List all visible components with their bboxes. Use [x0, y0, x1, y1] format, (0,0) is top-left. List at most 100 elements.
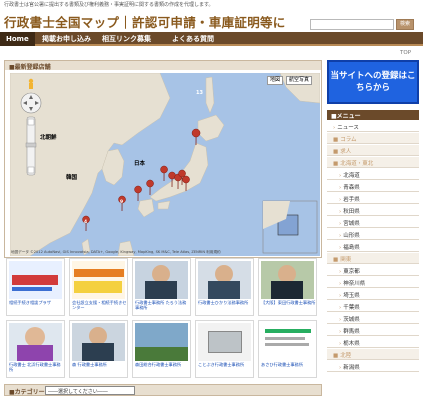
bullet-icon: › [339, 233, 342, 239]
listing-card[interactable]: あさひ行政書士事務所 [258, 320, 317, 378]
search-button[interactable]: 検索 [396, 19, 414, 30]
map-label-north-korea: 北朝鮮 [40, 135, 57, 141]
bullet-icon: › [339, 317, 342, 323]
menu-item[interactable]: › 神奈川県 [327, 277, 419, 288]
tagline: 行政書士は官公署に提出する書類及び権利義務・事実証明に関する書類の作成を代理しま… [4, 2, 214, 8]
listing-caption[interactable]: 行政書士事務所 たろう法務事務所 [135, 300, 190, 315]
menu-item[interactable]: ■ 関東 [327, 253, 419, 264]
menu-item[interactable]: ■ 求人 [327, 145, 419, 156]
marker-count-b: 4 [84, 220, 88, 225]
nav-apply[interactable]: 掲載お申し込み [36, 32, 97, 46]
listing-card[interactable]: 森田総合行政書士事務所 [132, 320, 191, 378]
listing-image [135, 323, 188, 361]
listing-caption[interactable]: 相続手続き相談プラザ [9, 300, 64, 315]
menu-item[interactable]: › 岩手県 [327, 193, 419, 204]
register-cta-button[interactable]: 当サイトへの登録はこちらから [327, 60, 419, 104]
menu-item[interactable]: › 北海道 [327, 169, 419, 180]
listing-image [72, 261, 125, 299]
menu-item[interactable]: ■ 北陸 [327, 349, 419, 360]
menu-item-label: 秋田県 [343, 209, 360, 215]
top-link[interactable]: TOP [400, 50, 411, 56]
menu-item[interactable]: › 東京都 [327, 265, 419, 276]
listing-caption[interactable]: ことぶき行政書士事務所 [198, 362, 253, 377]
menu-item[interactable]: › 青森県 [327, 181, 419, 192]
main-nav: Home 掲載お申し込み 相互リンク募集 よくある質問 [0, 32, 423, 46]
menu-item-label: 東京都 [343, 269, 360, 275]
menu-item-label: 求人 [340, 149, 352, 155]
bullet-icon: › [339, 329, 342, 335]
bullet-icon: › [339, 245, 342, 251]
menu-item[interactable]: › 群馬県 [327, 325, 419, 336]
menu-item[interactable]: › 千葉県 [327, 301, 419, 312]
nav-link-exchange[interactable]: 相互リンク募集 [96, 32, 157, 46]
bullet-icon: › [339, 185, 342, 191]
site-logo[interactable]: 行政書士全国マップ｜許認可申請・車庫証明等に [4, 12, 286, 31]
listing-caption[interactable]: 森田総合行政書士事務所 [135, 362, 190, 377]
map-attribution: 地図データ ©2012 AutoNavi, GIS Innovatsia, DA… [11, 250, 221, 254]
listing-image [9, 261, 62, 299]
map-label-japan: 日本 [134, 161, 146, 167]
listing-card[interactable]: 会社設立支援・相続手続きセンター [69, 258, 128, 316]
menu-item-label: 青森県 [343, 185, 360, 191]
category-select[interactable]: ――選択してください―― [45, 386, 135, 395]
menu-item[interactable]: › 山形県 [327, 229, 419, 240]
nav-faq[interactable]: よくある質問 [166, 32, 220, 46]
listing-image [72, 323, 125, 361]
bullet-icon: › [339, 365, 342, 371]
bullet-icon: ■ [333, 161, 339, 167]
listing-image [198, 323, 251, 361]
bullet-icon: › [339, 281, 342, 287]
bullet-icon: › [339, 209, 342, 215]
listing-caption[interactable]: 会社設立支援・相続手続きセンター [72, 300, 127, 315]
listing-caption[interactable]: 【大阪】東田行政書士事務所 [261, 300, 316, 315]
search-input[interactable] [310, 19, 394, 30]
bullet-icon: ■ [333, 149, 339, 155]
bullet-icon: ■ [333, 353, 339, 359]
menu-item[interactable]: › 茨城県 [327, 313, 419, 324]
map-type-satellite-button[interactable]: 航空写真 [286, 76, 313, 85]
top-strip: 行政書士は官公署に提出する書類及び権利義務・事実証明に関する書類の作成を代理しま… [0, 0, 423, 8]
menu-heading: ■メニュー [327, 110, 419, 120]
listing-card[interactable]: 行政書士事務所 たろう法務事務所 [132, 258, 191, 316]
listing-card[interactable]: 森 行政書士事務所 [69, 320, 128, 378]
bullet-icon: › [339, 341, 342, 347]
bullet-icon: › [333, 125, 336, 131]
listing-caption[interactable]: 行政書士ひかり法務事務所 [198, 300, 253, 315]
bullet-icon: › [339, 305, 342, 311]
menu-item[interactable]: › 栃木県 [327, 337, 419, 348]
listing-image [261, 323, 314, 361]
bullet-icon: › [339, 293, 342, 299]
map-type-map-button[interactable]: 地図 [267, 76, 284, 85]
nav-home[interactable]: Home [0, 32, 35, 46]
menu-item[interactable]: › 埼玉県 [327, 289, 419, 300]
menu-item[interactable]: › ニュース [327, 121, 419, 132]
listing-caption[interactable]: 行政書士 北浜行政書士事務所 [9, 362, 64, 377]
listing-card[interactable]: 相続手続き相談プラザ [6, 258, 65, 316]
listing-caption[interactable]: あさひ行政書士事務所 [261, 362, 316, 377]
menu-item[interactable]: › 宮城県 [327, 217, 419, 228]
menu-item-label: 北海道・東北 [340, 161, 374, 167]
menu-item-label: 山形県 [343, 233, 360, 239]
map-marker[interactable] [191, 128, 201, 146]
listing-card[interactable]: 行政書士 北浜行政書士事務所 [6, 320, 65, 378]
menu-item[interactable]: ■ 北海道・東北 [327, 157, 419, 168]
bullet-icon: › [339, 197, 342, 203]
menu-item-label: 神奈川県 [343, 281, 366, 287]
menu-item-label: 関東 [340, 257, 352, 263]
menu-item-label: 栃木県 [343, 341, 360, 347]
bullet-icon: › [339, 173, 342, 179]
marker-count-top: 13 [196, 90, 203, 96]
menu-item[interactable]: › 福島県 [327, 241, 419, 252]
listing-card[interactable]: 【大阪】東田行政書士事務所 [258, 258, 317, 316]
menu-item[interactable]: › 秋田県 [327, 205, 419, 216]
map-label-korea: 韓国 [66, 175, 78, 181]
listing-card[interactable]: 行政書士ひかり法務事務所 [195, 258, 254, 316]
map-panel-title: ■最新登録店舗 [5, 61, 321, 71]
map-view[interactable]: 13 9 4 地図 航空写真 北朝鮮 韓国 日本 地図データ ©2012 Aut… [10, 73, 320, 256]
menu-item[interactable]: ■ コラム [327, 133, 419, 144]
menu-item-label: 埼玉県 [343, 293, 360, 299]
menu-item-label: 岩手県 [343, 197, 360, 203]
listing-caption[interactable]: 森 行政書士事務所 [72, 362, 127, 377]
menu-item[interactable]: › 新潟県 [327, 361, 419, 372]
listing-card[interactable]: ことぶき行政書士事務所 [195, 320, 254, 378]
